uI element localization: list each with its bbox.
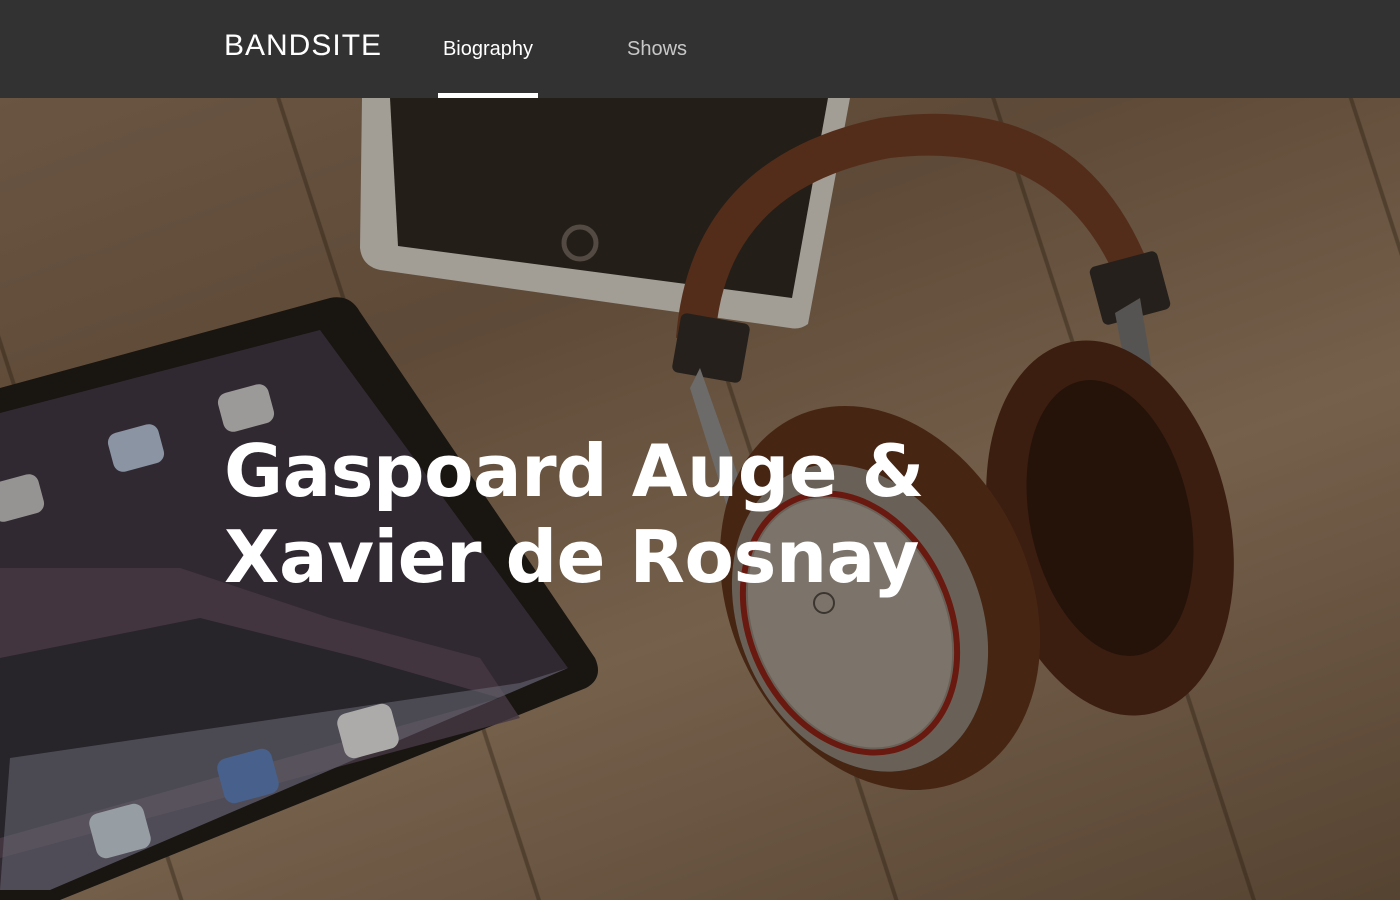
nav-link-shows[interactable]: Shows [612,0,702,98]
nav-link-shows-label: Shows [626,37,688,60]
active-nav-indicator [438,93,538,98]
nav-link-biography-label: Biography [442,37,534,60]
hero-title-line-1: Gaspoard Auge & [224,429,924,513]
hero-title-line-2: Xavier de Rosnay [224,515,919,599]
nav-link-biography[interactable]: Biography [438,0,538,98]
hero-section: Gaspoard Auge & Xavier de Rosnay [0,98,1400,900]
site-header: BANDSITE Biography Shows [0,0,1400,98]
site-logo[interactable]: BANDSITE [224,28,382,64]
hero-title: Gaspoard Auge & Xavier de Rosnay [224,428,984,600]
page: BANDSITE Biography Shows Gaspoard Auge &… [0,0,1400,900]
